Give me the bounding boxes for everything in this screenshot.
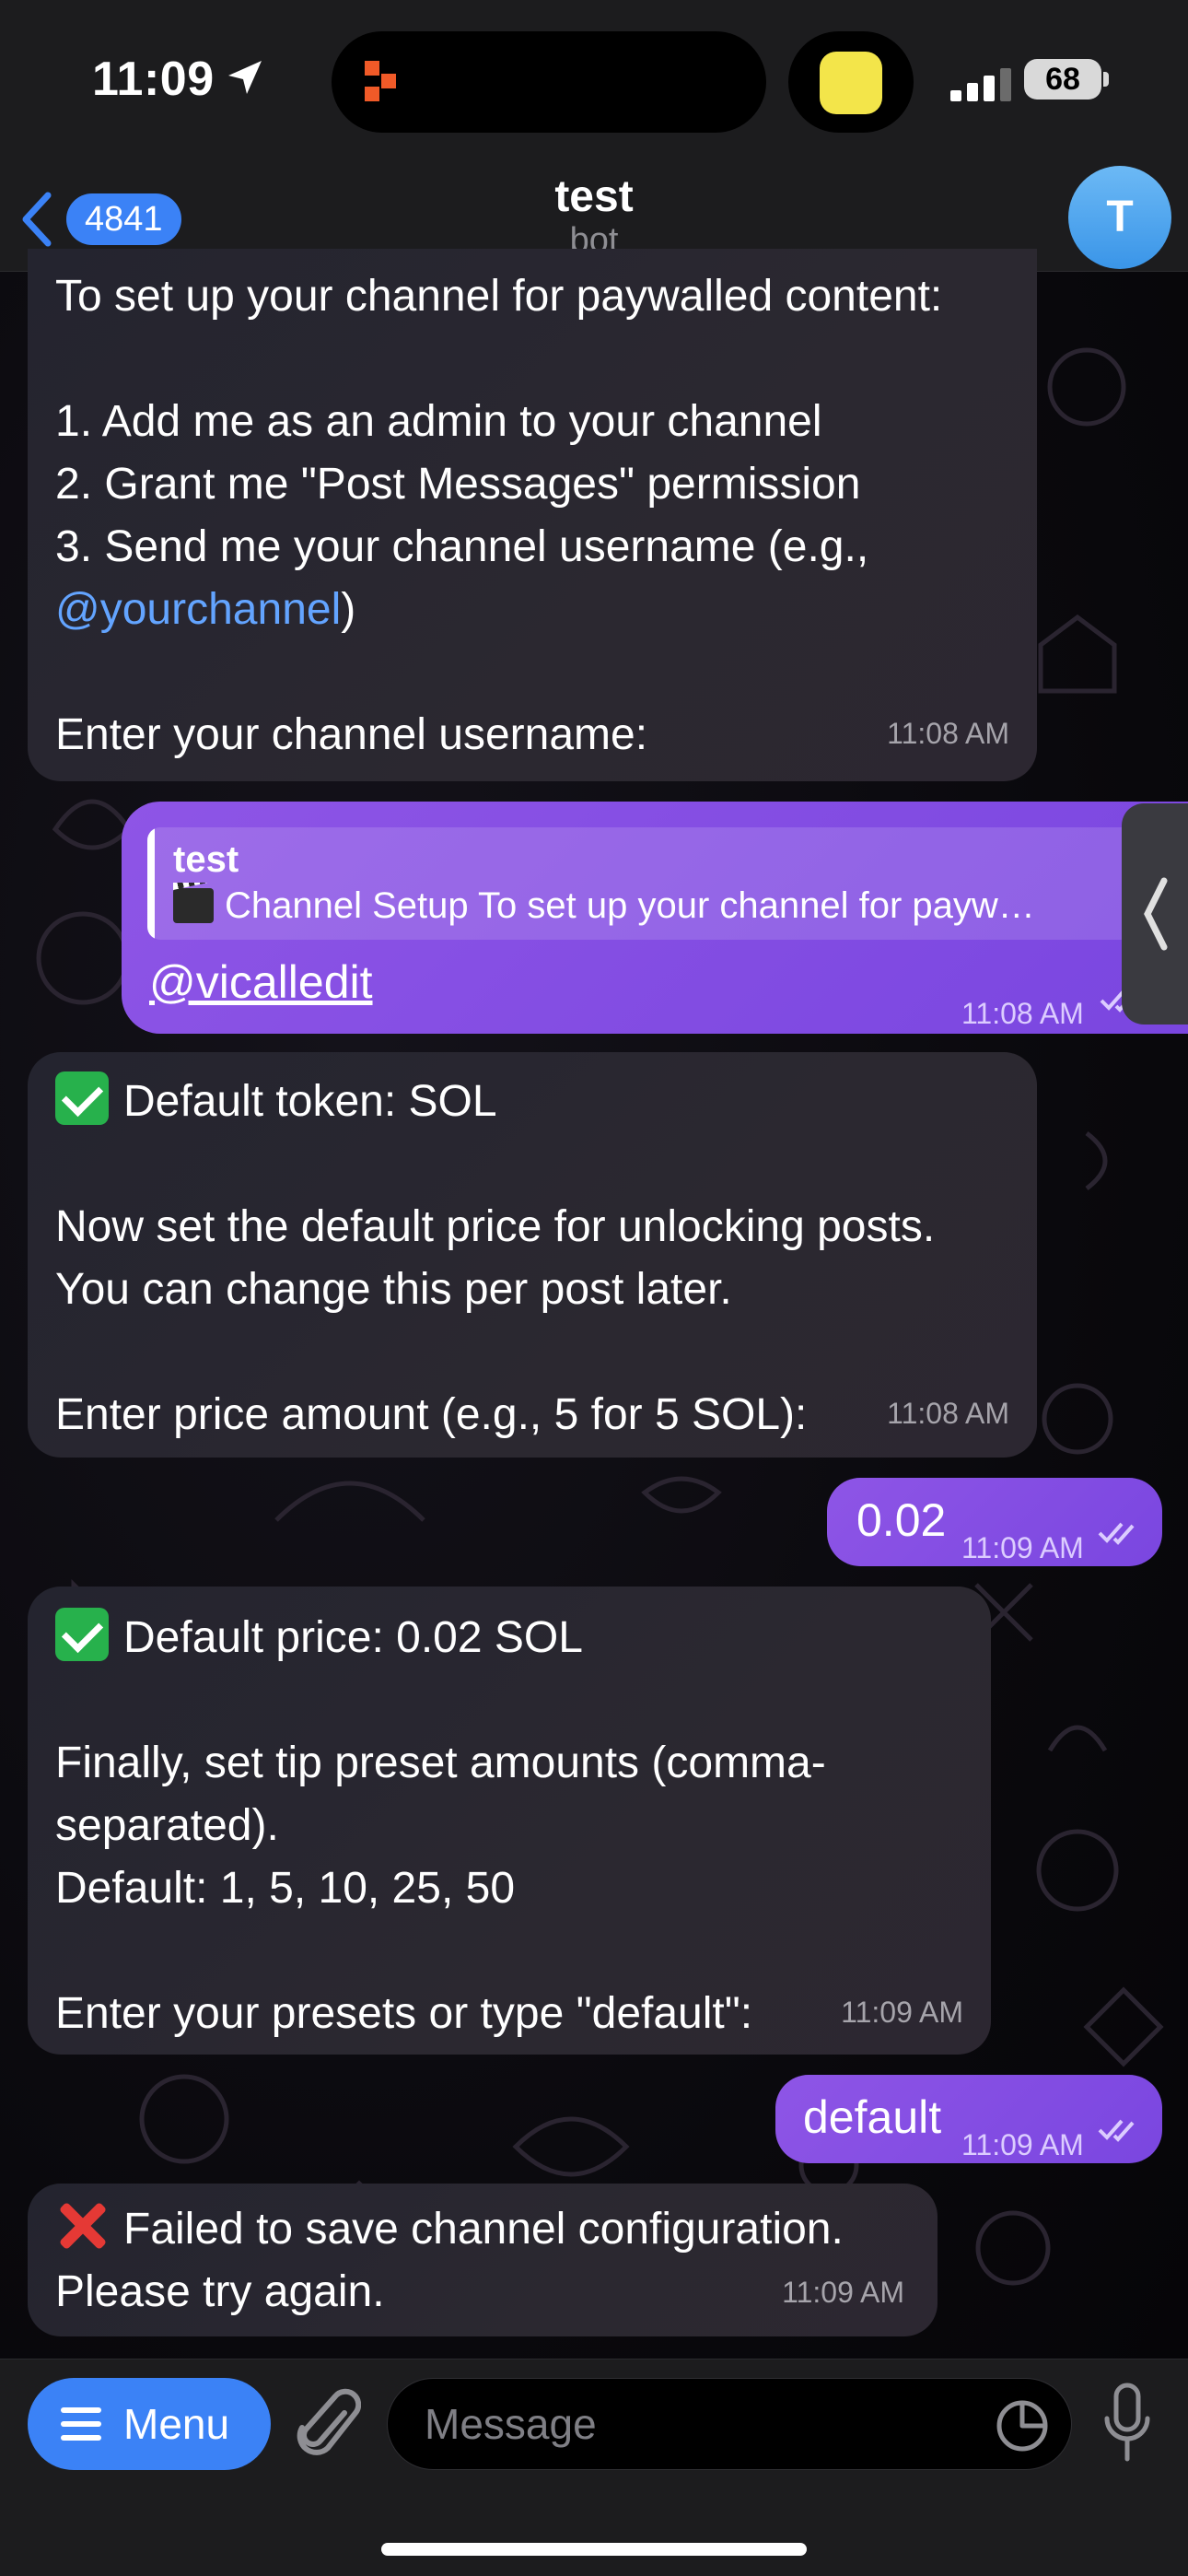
reply-snippet: Channel Setup To set up your channel for… xyxy=(173,883,1131,929)
message-bubble-outgoing[interactable]: test Channel Setup To set up your channe… xyxy=(122,802,1188,1034)
message-input[interactable] xyxy=(425,2379,977,2469)
menu-button-label: Menu xyxy=(123,2400,230,2448)
cross-mark-icon xyxy=(55,2199,109,2253)
bot-menu-button[interactable]: Menu xyxy=(28,2378,271,2470)
message-timestamp: 11:09 AM xyxy=(841,1996,963,2029)
sticker-icon[interactable] xyxy=(996,2399,1049,2453)
message-line: Default token: SOL xyxy=(55,1071,1009,1133)
message-line: To set up your channel for paywalled con… xyxy=(55,272,943,321)
home-indicator[interactable] xyxy=(381,2543,807,2556)
message-line: Enter your presets or type "default": xyxy=(55,1989,753,2038)
channel-link[interactable]: @yourchannel xyxy=(55,585,341,634)
message-line: Finally, set tip preset amounts (comma- xyxy=(55,1739,826,1787)
message-bubble-outgoing[interactable]: default 11:09 AM xyxy=(775,2075,1162,2163)
avatar[interactable]: T xyxy=(1068,166,1171,269)
message-timestamp: 11:09 AM xyxy=(961,1531,1084,1564)
reply-accent-bar xyxy=(147,827,155,940)
message-bubble-outgoing[interactable]: 0.02 11:09 AM xyxy=(827,1478,1162,1566)
reply-author: test xyxy=(173,839,239,880)
message-line xyxy=(55,1920,963,1983)
status-time: 11:09 xyxy=(92,53,215,106)
message-line xyxy=(55,328,1009,391)
check-mark-icon xyxy=(55,1608,109,1661)
microphone-icon[interactable] xyxy=(1101,2382,1153,2465)
reply-preview[interactable]: test Channel Setup To set up your channe… xyxy=(147,827,1142,940)
message-text: @vicalledit xyxy=(149,953,373,1012)
message-line xyxy=(55,1321,1009,1384)
message-line: Now set the default price for unlocking … xyxy=(55,1202,936,1251)
message-bubble-incoming[interactable]: To set up your channel for paywalled con… xyxy=(28,249,1037,781)
message-line xyxy=(55,641,1009,704)
message-line: Enter price amount (e.g., 5 for 5 SOL): xyxy=(55,1390,808,1439)
message-text: 0.02 xyxy=(856,1494,947,1546)
message-line: 1. Add me as an admin to your channel xyxy=(55,397,822,446)
check-mark-icon xyxy=(55,1071,109,1125)
status-bar: 11:09 68 xyxy=(0,0,1188,166)
message-line: 2. Grant me "Post Messages" permission xyxy=(55,460,861,509)
message-bubble-incoming[interactable]: Default price: 0.02 SOL Finally, set tip… xyxy=(28,1587,991,2055)
message-line: Enter your channel username: xyxy=(55,710,648,759)
cellular-signal-icon xyxy=(950,68,1011,101)
message-line xyxy=(55,1669,963,1732)
app-activity-icon xyxy=(365,61,396,101)
read-checkmarks-icon xyxy=(1098,1522,1135,1545)
channel-link[interactable]: @vicalledit xyxy=(149,956,373,1008)
location-arrow-icon xyxy=(228,61,262,94)
notes-app-icon xyxy=(820,52,882,114)
message-line: @yourchannel) xyxy=(55,585,356,634)
message-line: Default: 1, 5, 10, 25, 50 xyxy=(55,1864,516,1913)
read-checkmarks-icon xyxy=(1098,2119,1135,2142)
message-timestamp: 11:08 AM xyxy=(887,717,1009,750)
message-timestamp: 11:09 AM xyxy=(782,2276,904,2309)
message-input-field[interactable] xyxy=(387,2378,1072,2470)
message-timestamp: 11:08 AM xyxy=(961,997,1084,1030)
clapperboard-icon xyxy=(173,888,214,923)
hamburger-icon xyxy=(61,2407,101,2441)
chat-title[interactable]: test xyxy=(0,171,1188,222)
battery-tip xyxy=(1103,72,1109,87)
message-line: Failed to save channel configuration. xyxy=(55,2198,910,2261)
message-line xyxy=(55,1133,1009,1196)
chat-screen: 11:09 68 4841 test bot T To set up your … xyxy=(0,0,1188,2576)
battery-level: 68 xyxy=(1024,59,1101,100)
message-bubble-incoming[interactable]: Default token: SOL Now set the default p… xyxy=(28,1052,1037,1458)
message-line: You can change this per post later. xyxy=(55,1265,732,1314)
message-timestamp: 11:08 AM xyxy=(887,1397,1009,1430)
chevron-left-icon xyxy=(1144,877,1168,951)
message-bubble-incoming[interactable]: Failed to save channel configuration. Pl… xyxy=(28,2184,938,2336)
message-line: separated). xyxy=(55,1801,279,1850)
message-timestamp: 11:09 AM xyxy=(961,2128,1084,2161)
side-panel-toggle[interactable] xyxy=(1122,803,1188,1025)
message-line: Default price: 0.02 SOL xyxy=(55,1607,963,1669)
message-text: default xyxy=(803,2091,942,2143)
message-line: 3. Send me your channel username (e.g., xyxy=(55,522,869,571)
paperclip-icon[interactable] xyxy=(295,2385,361,2465)
